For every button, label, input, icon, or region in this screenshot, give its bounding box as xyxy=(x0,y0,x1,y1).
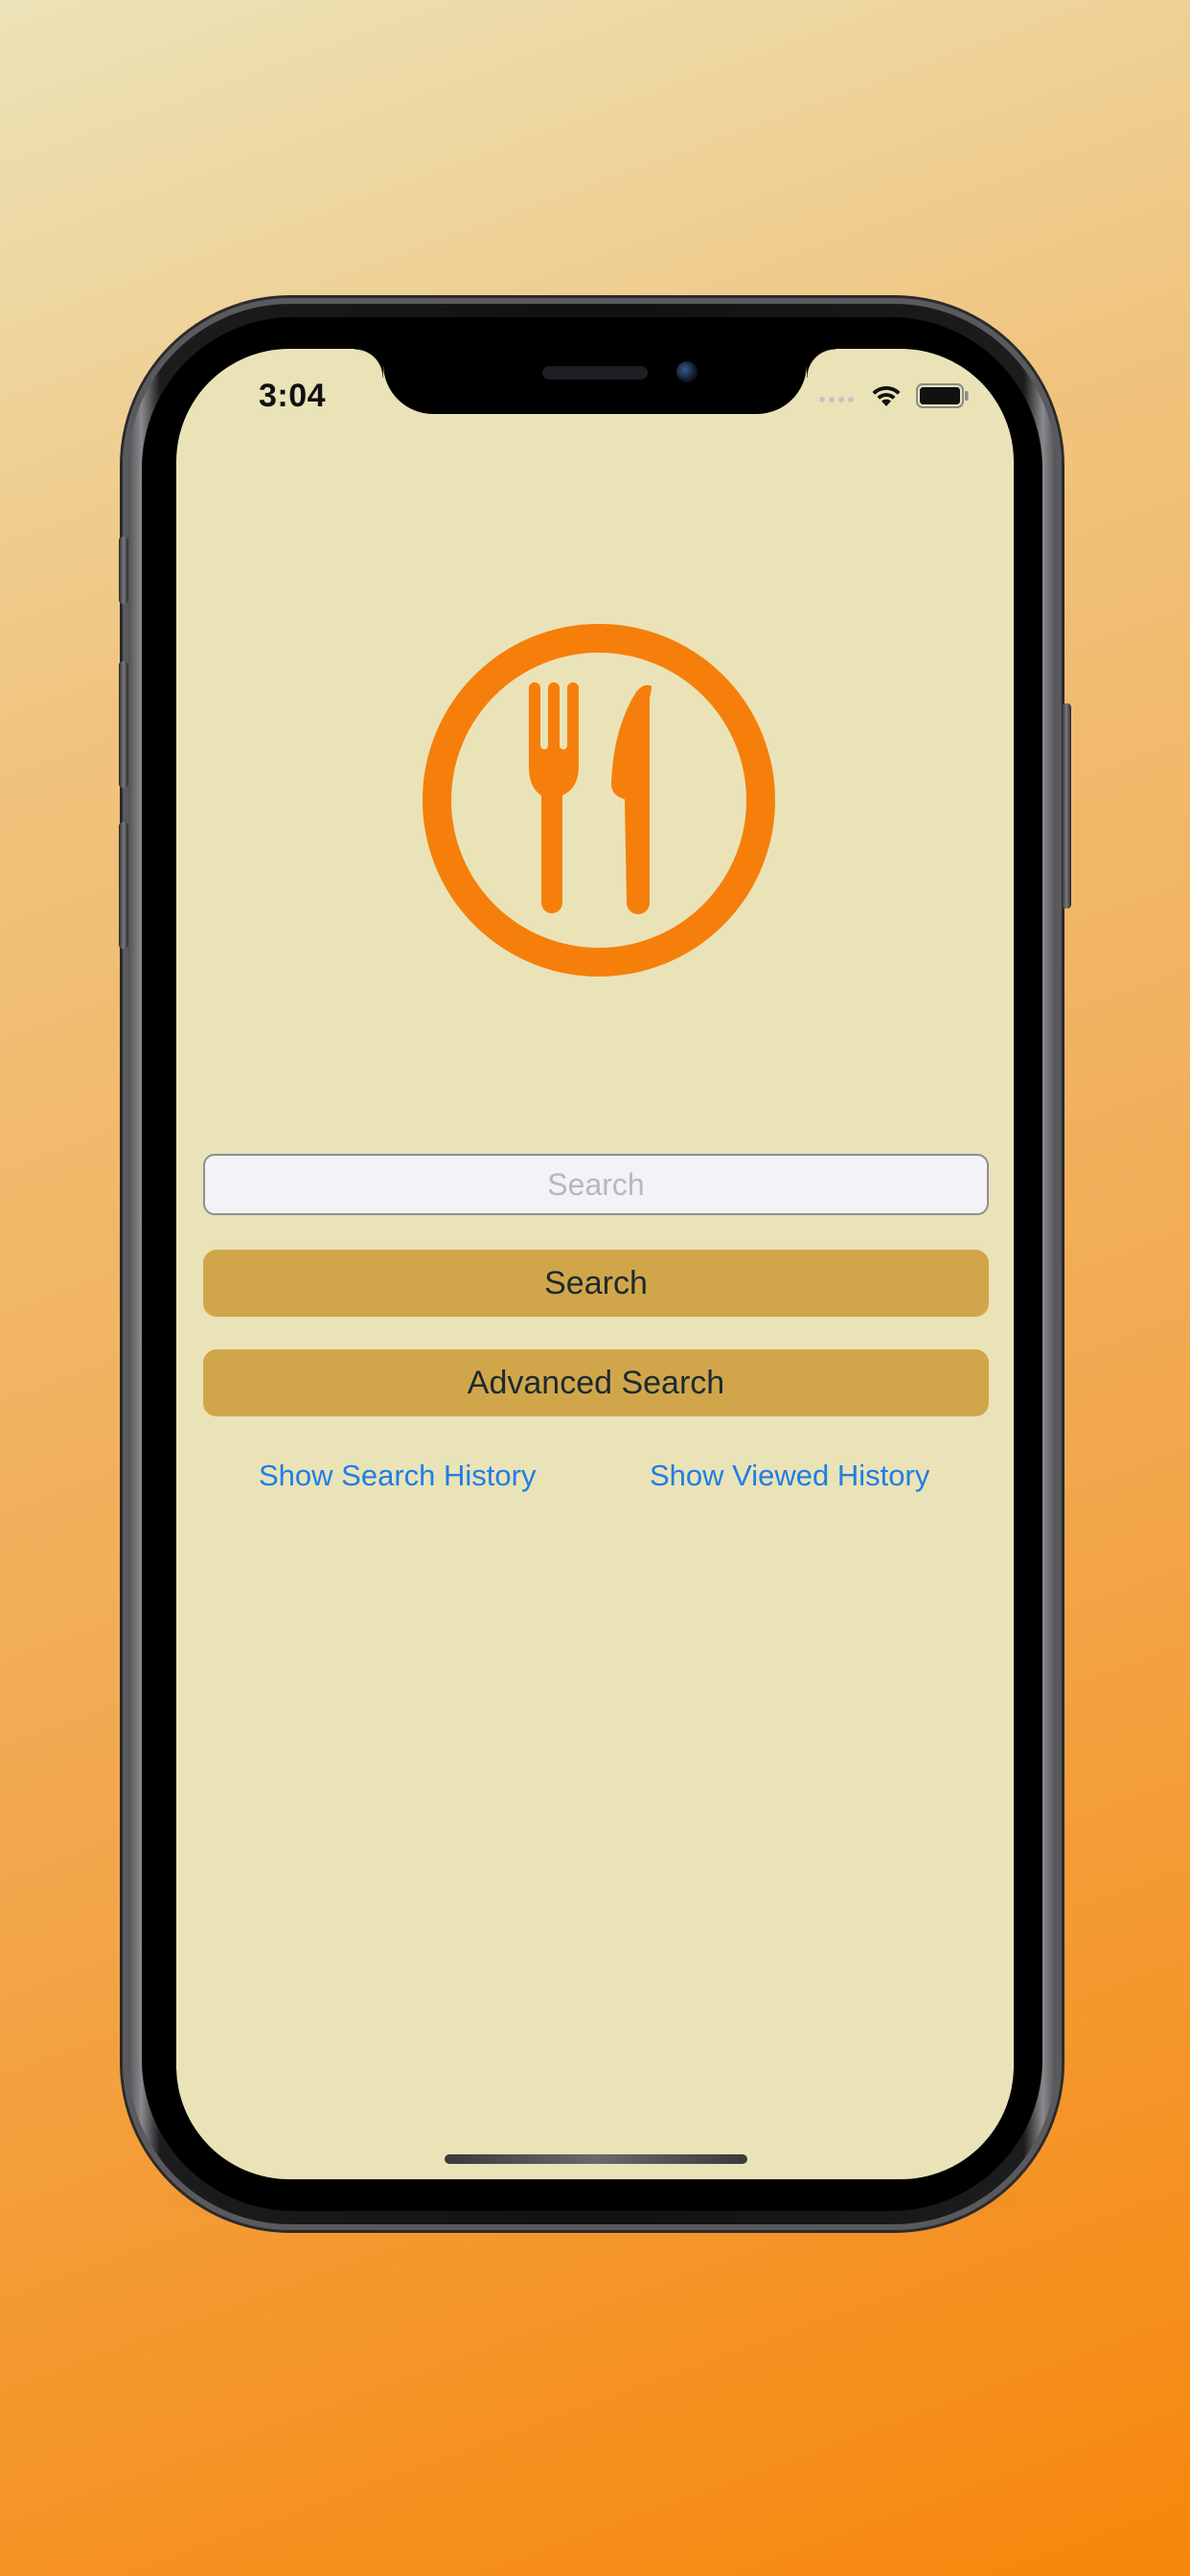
status-indicators xyxy=(818,383,970,408)
search-input[interactable] xyxy=(203,1154,989,1215)
search-button[interactable]: Search xyxy=(203,1250,989,1317)
battery-icon xyxy=(916,383,969,408)
status-time: 3:04 xyxy=(259,378,327,414)
front-camera xyxy=(676,361,698,382)
volume-up-button xyxy=(119,661,128,788)
wifi-icon xyxy=(872,385,901,406)
notch xyxy=(355,349,835,414)
app-screen: 3:04 Search Advanced Search Show Search … xyxy=(176,349,1014,2179)
volume-down-button xyxy=(119,822,128,949)
home-indicator[interactable] xyxy=(445,2154,747,2164)
fork-and-knife-plate-icon xyxy=(423,624,775,977)
show-search-history-link[interactable]: Show Search History xyxy=(259,1459,536,1493)
show-viewed-history-link[interactable]: Show Viewed History xyxy=(650,1459,929,1493)
cellular-signal-icon xyxy=(819,397,854,402)
power-button xyxy=(1062,703,1071,908)
earpiece-speaker xyxy=(542,366,648,380)
silent-switch xyxy=(119,537,128,604)
advanced-search-button[interactable]: Advanced Search xyxy=(203,1349,989,1416)
